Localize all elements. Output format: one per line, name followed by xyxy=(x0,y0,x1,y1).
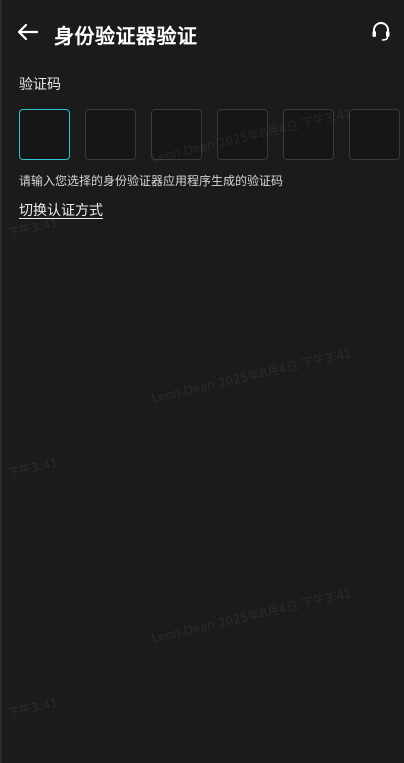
code-digit-box[interactable] xyxy=(217,109,268,160)
watermark: Leon Dean 2025年8月4日 下午3:41 xyxy=(150,585,353,646)
support-button[interactable] xyxy=(368,20,394,46)
arrow-left-icon xyxy=(17,23,39,44)
watermark: 下午3:41 xyxy=(6,695,60,721)
code-label: 验证码 xyxy=(19,77,61,93)
switch-auth-method-link[interactable]: 切换认证方式 xyxy=(19,200,103,220)
code-digit-box[interactable] xyxy=(151,109,202,160)
header-bar: 身份验证器验证 xyxy=(0,12,404,56)
page-title: 身份验证器验证 xyxy=(54,24,198,48)
watermark: Leon Dean 2025年8月4日 下午3:41 xyxy=(150,345,353,406)
back-button[interactable] xyxy=(14,20,42,48)
code-digit-box[interactable] xyxy=(85,109,136,160)
code-input-group xyxy=(19,109,404,160)
headset-icon xyxy=(370,20,392,46)
code-digit-box[interactable] xyxy=(349,109,400,160)
watermark: 下午3:41 xyxy=(6,455,60,481)
edge-divider xyxy=(0,0,2,763)
code-digit-box[interactable] xyxy=(19,109,70,160)
code-hint-text: 请输入您选择的身份验证器应用程序生成的验证码 xyxy=(19,174,284,188)
authenticator-verification-page: 身份验证器验证 验证码 请输入您选择的身份验证器应用程序生成的验证码 切换认证方… xyxy=(0,0,404,763)
code-digit-box[interactable] xyxy=(283,109,334,160)
